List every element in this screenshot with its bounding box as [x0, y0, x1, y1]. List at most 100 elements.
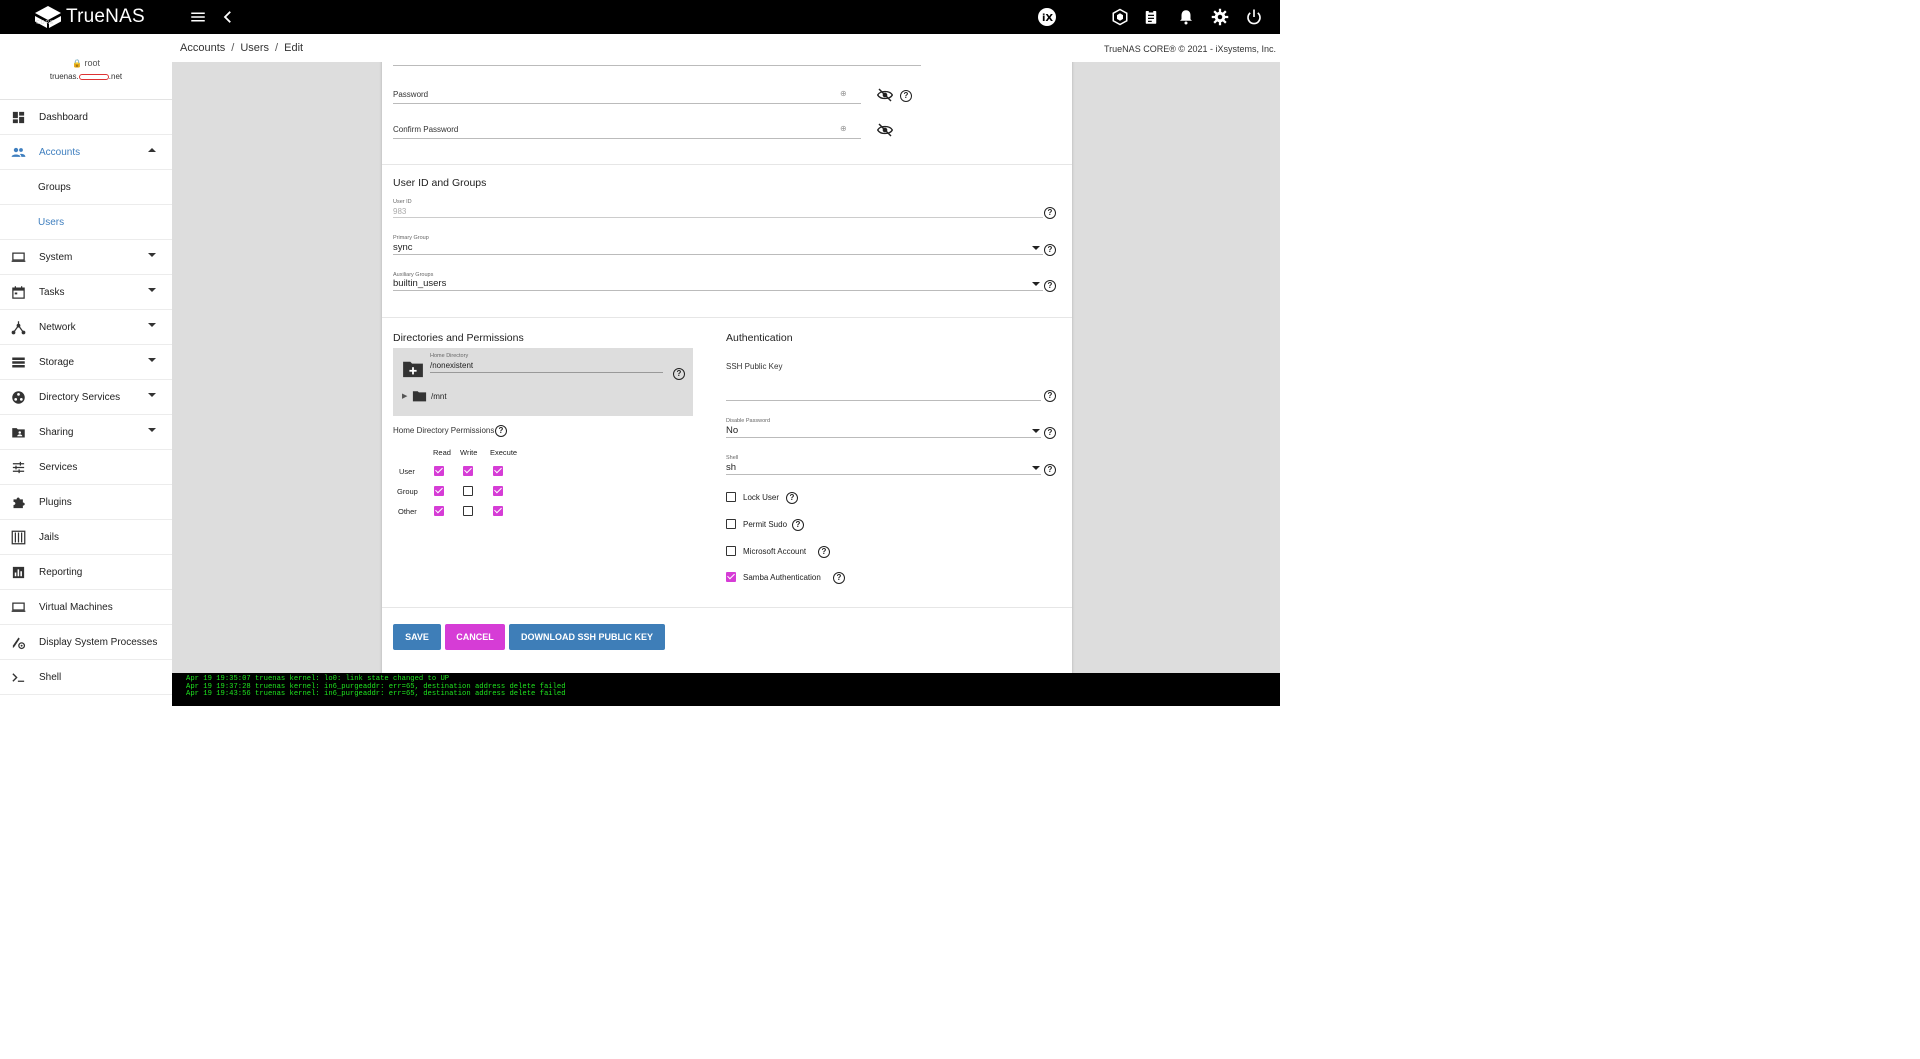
perm-user-write-checkbox[interactable]	[463, 466, 473, 476]
primary-group-label: Primary Group	[393, 235, 429, 241]
perm-group-execute-checkbox[interactable]	[493, 486, 503, 496]
perm-header-execute: Execute	[490, 448, 518, 457]
breadcrumb-accounts[interactable]: Accounts	[180, 42, 225, 54]
password-field[interactable]	[393, 103, 861, 104]
sidebar-item-label: System	[39, 251, 73, 263]
directory-services-icon	[10, 389, 26, 405]
lock-user-checkbox[interactable]	[726, 492, 736, 502]
perm-user-read-checkbox[interactable]	[434, 466, 444, 476]
shell-value[interactable]: sh	[726, 462, 736, 473]
tree-node-mnt[interactable]: /mnt	[431, 392, 447, 401]
confirm-password-field[interactable]	[393, 138, 861, 139]
dashboard-icon	[10, 109, 26, 125]
home-dir-value[interactable]: /nonexistent	[430, 361, 473, 370]
sidebar-item-label: Reporting	[39, 566, 83, 578]
sidebar-item-shell[interactable]: Shell	[0, 660, 172, 695]
help-icon[interactable]: ?	[1044, 207, 1056, 219]
help-icon[interactable]: ?	[818, 546, 830, 558]
home-dir-input[interactable]	[430, 372, 663, 373]
chevron-down-icon[interactable]	[1032, 282, 1040, 286]
primary-group-select[interactable]	[393, 254, 1043, 255]
sidebar-item-system[interactable]: System	[0, 240, 172, 275]
settings-icon[interactable]	[1210, 7, 1230, 27]
chevron-down-icon[interactable]	[1032, 246, 1040, 250]
help-icon[interactable]: ?	[1044, 464, 1056, 476]
sidebar-item-accounts[interactable]: Accounts	[0, 135, 172, 170]
help-icon[interactable]: ?	[495, 425, 507, 437]
sidebar-item-tasks[interactable]: Tasks	[0, 275, 172, 310]
truecommand-icon[interactable]	[1110, 7, 1130, 27]
help-icon[interactable]: ?	[1044, 390, 1056, 402]
visibility-off-icon[interactable]	[877, 87, 893, 103]
redaction-mark	[78, 73, 109, 80]
copyright-text: TrueNAS CORE® © 2021 - iXsystems, Inc.	[1104, 44, 1276, 54]
sidebar-item-display-system-processes[interactable]: Display System Processes	[0, 625, 172, 660]
help-icon[interactable]: ?	[900, 90, 912, 102]
samba-authentication-checkbox[interactable]	[726, 572, 736, 582]
sidebar-item-users[interactable]: Users	[0, 205, 172, 240]
sidebar-item-label: Plugins	[39, 496, 72, 508]
ix-logo-icon[interactable]: iX	[1034, 7, 1060, 27]
visibility-off-icon[interactable]	[877, 122, 893, 138]
sidebar-item-jails[interactable]: Jails	[0, 520, 172, 555]
cancel-button[interactable]: CANCEL	[445, 624, 505, 650]
notifications-icon[interactable]	[1176, 7, 1196, 27]
help-icon[interactable]: ?	[833, 572, 845, 584]
disable-password-select[interactable]	[726, 437, 1041, 438]
chevron-down-icon	[148, 393, 156, 397]
storage-icon	[10, 354, 26, 370]
help-icon[interactable]: ?	[1044, 244, 1056, 256]
user-name: 🔒 root	[0, 58, 172, 68]
task-manager-icon[interactable]	[1141, 7, 1161, 27]
perm-user-execute-checkbox[interactable]	[493, 466, 503, 476]
sidebar-item-virtual-machines[interactable]: Virtual Machines	[0, 590, 172, 625]
save-button[interactable]: SAVE	[393, 624, 441, 650]
sidebar-item-sharing[interactable]: Sharing	[0, 415, 172, 450]
disable-password-value[interactable]: No	[726, 425, 738, 436]
permit-sudo-checkbox[interactable]	[726, 519, 736, 529]
expand-arrow-icon[interactable]: ▶	[402, 392, 407, 400]
download-ssh-key-button[interactable]: DOWNLOAD SSH PUBLIC KEY	[509, 624, 665, 650]
auth-section-title: Authentication	[726, 332, 793, 344]
chevron-down-icon[interactable]	[1032, 429, 1040, 433]
sidebar-item-label: Users	[38, 216, 65, 228]
help-icon[interactable]: ?	[792, 519, 804, 531]
sidebar-item-services[interactable]: Services	[0, 450, 172, 485]
perm-group-write-checkbox[interactable]	[463, 486, 473, 496]
user-edit-form: Password ⊕ ? Confirm Password ⊕ User ID …	[382, 62, 1072, 673]
aux-groups-select[interactable]	[393, 290, 1043, 291]
help-icon[interactable]: ?	[786, 492, 798, 504]
sidebar-item-dashboard[interactable]: Dashboard	[0, 100, 172, 135]
chevron-down-icon[interactable]	[1032, 466, 1040, 470]
help-icon[interactable]: ?	[1044, 427, 1056, 439]
perm-other-write-checkbox[interactable]	[463, 506, 473, 516]
ssh-key-textarea[interactable]	[726, 400, 1041, 401]
sidebar-item-label: Directory Services	[39, 391, 121, 403]
brand-sub: CORE	[36, 20, 55, 26]
sidebar-item-groups[interactable]: Groups	[0, 170, 172, 205]
power-icon[interactable]	[1244, 7, 1264, 27]
perm-group-read-checkbox[interactable]	[434, 486, 444, 496]
main-content: Password ⊕ ? Confirm Password ⊕ User ID …	[172, 62, 1280, 673]
user-name-text: root	[84, 58, 100, 68]
sidebar-item-plugins[interactable]: Plugins	[0, 485, 172, 520]
sidebar-item-reporting[interactable]: Reporting	[0, 555, 172, 590]
perm-other-execute-checkbox[interactable]	[493, 506, 503, 516]
help-icon[interactable]: ?	[673, 368, 685, 380]
sidebar-item-directory-services[interactable]: Directory Services	[0, 380, 172, 415]
menu-icon[interactable]	[188, 7, 208, 27]
microsoft-account-checkbox[interactable]	[726, 546, 736, 556]
create-folder-icon[interactable]	[402, 360, 424, 378]
sidebar-item-storage[interactable]: Storage	[0, 345, 172, 380]
lock-icon: 🔒	[72, 59, 82, 68]
breadcrumb-users[interactable]: Users	[240, 42, 269, 54]
back-icon[interactable]	[218, 7, 238, 27]
home-dir-label: Home Directory	[430, 353, 469, 359]
primary-group-value[interactable]: sync	[393, 242, 413, 253]
shell-select[interactable]	[726, 474, 1041, 475]
perm-other-read-checkbox[interactable]	[434, 506, 444, 516]
chevron-down-icon	[148, 358, 156, 362]
help-icon[interactable]: ?	[1044, 280, 1056, 292]
aux-groups-value[interactable]: builtin_users	[393, 278, 446, 289]
sidebar-item-network[interactable]: Network	[0, 310, 172, 345]
